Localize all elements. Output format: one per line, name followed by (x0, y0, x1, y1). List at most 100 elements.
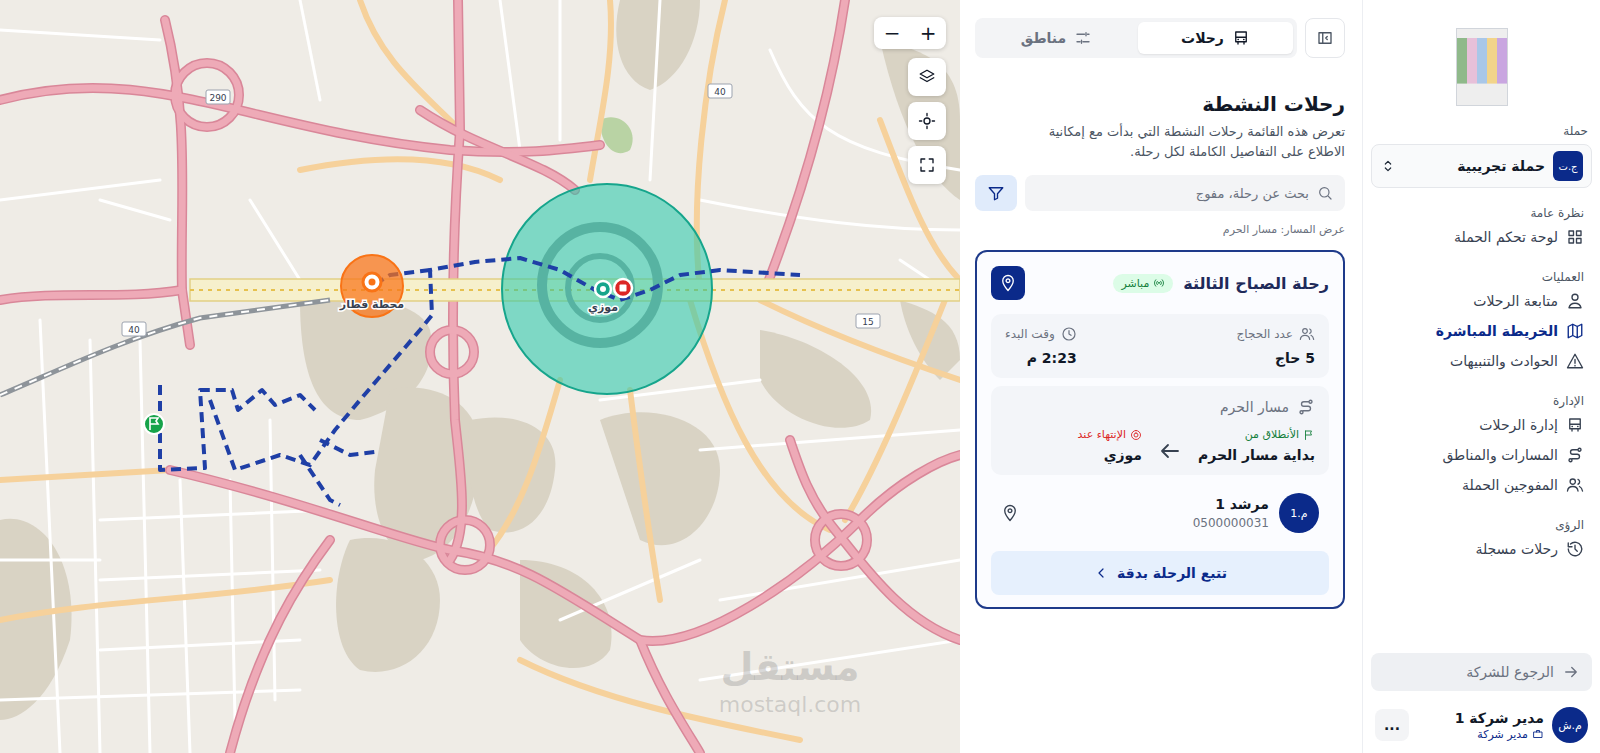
start-marker[interactable] (144, 414, 164, 434)
locate-trip-button[interactable] (991, 266, 1025, 300)
layers-icon (918, 68, 936, 86)
nav-item-label: الحوادث والتنبيهات (1450, 353, 1558, 369)
trip-card[interactable]: رحلة الصباح الثالثة مباشر عدد الحجاج5 حاج و… (975, 250, 1345, 609)
minor-road (500, 0, 520, 150)
major-road (0, 88, 600, 152)
route-segment (320, 440, 375, 455)
briefcase-icon (1532, 728, 1544, 740)
zoom-controls: +− (874, 17, 946, 49)
route-start: الأنطلاق منبداية مسار الحرم (1198, 428, 1315, 463)
route-row: الأنطلاق منبداية مسار الحرم الإنتهاء عندم… (1005, 428, 1315, 463)
stat-label-text: عدد الحجاج (1236, 327, 1293, 341)
geofence-zone[interactable] (502, 184, 712, 394)
station-marker[interactable]: محطة قطار (339, 255, 404, 317)
app: حملةج.تحملة تجريبيةنظرة عامةلوحة تحكم ال… (0, 0, 1600, 753)
route-start-label-text: الأنطلاق من (1245, 428, 1299, 441)
history-icon (1566, 540, 1584, 558)
major-road-casing (790, 440, 960, 640)
live-badge-label: مباشر (1121, 277, 1149, 290)
filter-button[interactable] (975, 175, 1017, 211)
zoom-button[interactable]: − (874, 17, 910, 49)
major-road (640, 640, 700, 753)
users-icon (1299, 326, 1315, 342)
minor-road (140, 340, 150, 753)
secondary-road (630, 390, 660, 600)
guide-name: مرشد 1 (1193, 496, 1269, 512)
stat-label: عدد الحجاج (1236, 326, 1315, 342)
map-icon (1566, 322, 1584, 340)
secondary-road (590, 0, 611, 180)
stat-value: 2:23 م (1005, 350, 1077, 366)
campaign-select[interactable]: ج.تحملة تجريبية (1371, 144, 1592, 188)
road-shields: 290404015 (122, 84, 880, 336)
trip-header: رحلة الصباح الثالثة مباشر (991, 266, 1329, 300)
nav-item[interactable]: المسارات والمناطق (1371, 440, 1592, 470)
secondary-road (880, 120, 960, 280)
nav-item[interactable]: الحوادث والتنبيهات (1371, 346, 1592, 376)
nav-item[interactable]: رحلات مسجلة (1371, 534, 1592, 564)
locate-button[interactable] (908, 102, 946, 140)
nav-item[interactable]: المفوجين الحملة (1371, 470, 1592, 500)
trip-title-wrap: رحلة الصباح الثالثة مباشر (1113, 274, 1329, 293)
route-end-label: الإنتهاء عند (1078, 428, 1142, 441)
stat: عدد الحجاج5 حاج (1236, 326, 1315, 366)
layers-button[interactable] (908, 58, 946, 96)
dashboard-icon (1566, 228, 1584, 246)
stat-label: وقت البدء (1005, 326, 1077, 342)
road-shield: 40 (708, 84, 732, 98)
shield-box (708, 84, 732, 98)
stats-box: عدد الحجاج5 حاج وقت البدء 2:23 م (991, 314, 1329, 378)
users-icon (1566, 476, 1584, 494)
nav-item[interactable]: إدارة الرحلات (1371, 410, 1592, 440)
major-road (440, 520, 490, 570)
map-canvas[interactable]: محطة قطارموزي290404015مستقلmostaql.com (0, 0, 960, 753)
stat: وقت البدء 2:23 م (1005, 326, 1077, 366)
minor-road (650, 0, 660, 180)
panel-top-row: رحلاتمناطق (975, 18, 1345, 58)
tab[interactable]: رحلات (1138, 22, 1293, 54)
sliders-icon (1074, 29, 1092, 47)
route-end: الإنتهاء عندموزي (1078, 428, 1142, 463)
major-road (765, 0, 845, 290)
search-field[interactable]: بحث عن رحلة، مفوج (1025, 175, 1345, 211)
shield-number: 290 (209, 93, 226, 103)
fullscreen-button[interactable] (908, 146, 946, 184)
nav-item[interactable]: متابعة الرحلات (1371, 286, 1592, 316)
user-role: مدير شركة (1455, 728, 1544, 741)
sidebar: حملةج.تحملة تجريبيةنظرة عامةلوحة تحكم ال… (1362, 0, 1600, 753)
minor-road (40, 320, 60, 753)
terrain (0, 0, 960, 720)
pin-icon (999, 274, 1017, 292)
route-icon (1566, 446, 1584, 464)
nav-item-label: إدارة الرحلات (1479, 417, 1558, 433)
zoom-button[interactable]: + (910, 17, 946, 49)
route-box: مسار الحرم الأنطلاق منبداية مسار الحرم الإ… (991, 386, 1329, 475)
trip-route (160, 258, 800, 505)
nav: نظرة عامةلوحة تحكم الحملةالعملياتمتابعة … (1371, 188, 1592, 564)
route-name-text: مسار الحرم (1220, 399, 1289, 415)
nav-item[interactable]: لوحة تحكم الحملة (1371, 222, 1592, 252)
trips-panel: رحلاتمناطقرحلات النشطةتعرض هذه القائمة ر… (960, 0, 1362, 753)
nav-item[interactable]: الخريطة المباشرة (1371, 316, 1592, 346)
nav-section: العملياتمتابعة الرحلاتالخريطة المباشرةال… (1371, 270, 1592, 376)
chevron-left-icon (1093, 565, 1109, 581)
station-dot-center (369, 279, 376, 286)
minor-road (0, 690, 300, 700)
track-trip-button[interactable]: تتبع الرحلة بدقة (991, 551, 1329, 595)
pin-icon[interactable] (1001, 504, 1019, 522)
live-map[interactable]: محطة قطارموزي290404015مستقلmostaql.com+− (0, 0, 960, 753)
route-start-label: الأنطلاق من (1198, 428, 1315, 441)
user-menu-button[interactable]: ... (1375, 709, 1409, 741)
route-icon (1297, 398, 1315, 416)
user-role-label: مدير شركة (1477, 728, 1528, 741)
major-road-casing (440, 520, 490, 570)
back-button[interactable]: الرجوع للشركة (1371, 653, 1592, 691)
map-tools (908, 58, 946, 184)
station-label: محطة قطار (339, 298, 404, 311)
collapse-button[interactable] (1305, 18, 1345, 58)
crosshair-icon (918, 112, 936, 130)
trip-title: رحلة الصباح الثالثة (1183, 274, 1329, 293)
minor-roads (0, 0, 960, 753)
tab[interactable]: مناطق (979, 22, 1134, 54)
destination-marker[interactable]: موزي (588, 279, 632, 314)
